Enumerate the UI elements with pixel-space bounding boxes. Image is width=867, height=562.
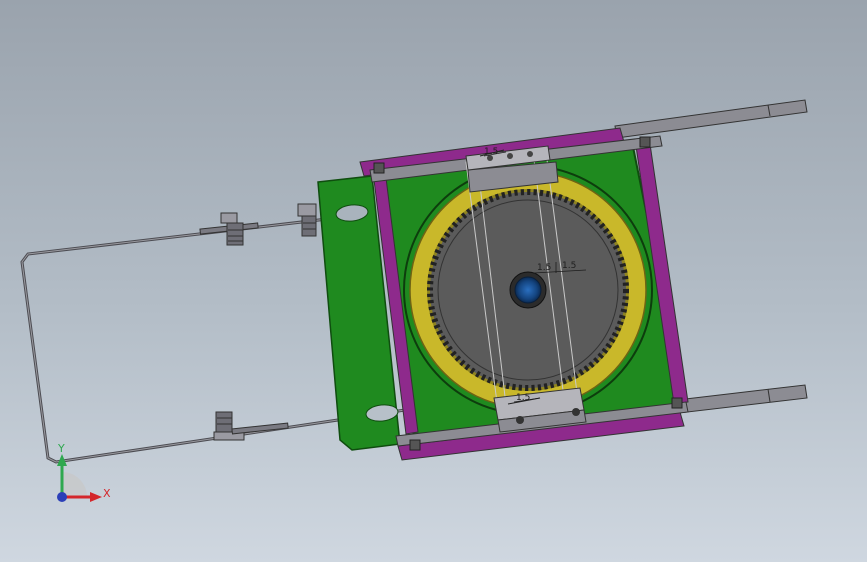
coordinate-triad-icon: Y X (57, 442, 111, 502)
hub (514, 276, 542, 304)
bolt-upper-right (297, 203, 317, 237)
cad-viewport[interactable]: 1.5 1.5 1.5 1.5 Y X (0, 0, 867, 562)
assembly-drawing: 1.5 1.5 1.5 1.5 Y X (20, 99, 808, 502)
bolt-upper-left (199, 212, 259, 246)
gear-assembly (403, 165, 653, 415)
y-axis-label: Y (57, 442, 65, 455)
weld-label-center-left: 1.5 (537, 263, 551, 273)
weld-label-center-right: 1.5 (562, 261, 576, 271)
bolt-lower-left (213, 411, 289, 441)
x-axis-label: X (103, 487, 111, 500)
bolts (199, 203, 317, 441)
